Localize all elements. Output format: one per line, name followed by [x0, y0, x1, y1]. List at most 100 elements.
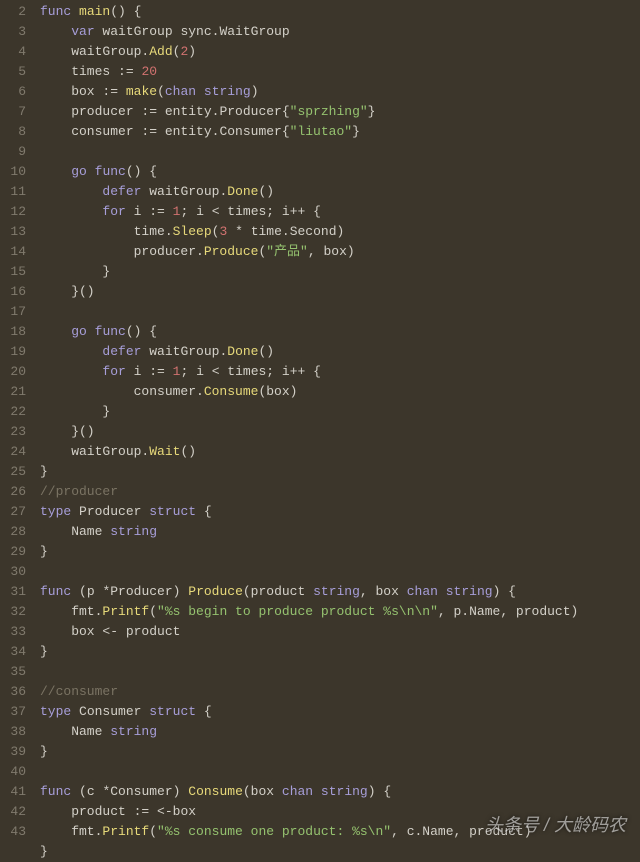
line-number: 43 [6, 822, 26, 842]
line-number: 23 [6, 422, 26, 442]
token-op: := [102, 84, 118, 99]
line-number: 22 [6, 402, 26, 422]
code-line: time.Sleep(3 * time.Second) [40, 222, 640, 242]
line-number: 30 [6, 562, 26, 582]
code-line: } [40, 262, 640, 282]
token-str: "sprzhing" [290, 104, 368, 119]
line-number: 2 [6, 2, 26, 22]
token-kw: go [71, 164, 87, 179]
token-fn: Consume [188, 784, 243, 799]
code-line: }() [40, 422, 640, 442]
token-punc: fmt. [40, 604, 102, 619]
token-punc: box [40, 84, 102, 99]
token-punc: () { [110, 4, 141, 19]
token-punc: { [196, 504, 212, 519]
token-punc [40, 164, 71, 179]
code-line: producer.Produce("产品", box) [40, 242, 640, 262]
line-number: 37 [6, 702, 26, 722]
token-punc: box [40, 624, 102, 639]
code-line: } [40, 462, 640, 482]
token-punc [196, 84, 204, 99]
code-editor: 2345678910111213141516171819202122232425… [0, 0, 640, 849]
line-number: 21 [6, 382, 26, 402]
token-punc: waitGroup. [141, 184, 227, 199]
code-line: //producer [40, 482, 640, 502]
line-number: 10 [6, 162, 26, 182]
line-number: 39 [6, 742, 26, 762]
token-kw: type [40, 504, 71, 519]
token-punc: , p.Name, product) [438, 604, 578, 619]
token-punc: consumer [40, 124, 141, 139]
token-punc: Producer) [110, 584, 188, 599]
token-punc: Producer [71, 504, 149, 519]
token-punc: waitGroup. [141, 344, 227, 359]
code-line: consumer.Consume(box) [40, 382, 640, 402]
code-line [40, 662, 640, 682]
token-punc: { [305, 204, 321, 219]
line-number: 38 [6, 722, 26, 742]
token-fn: Printf [102, 604, 149, 619]
token-punc: ) { [493, 584, 516, 599]
line-number: 17 [6, 302, 26, 322]
token-kw: func [40, 4, 71, 19]
token-punc: (box) [258, 384, 297, 399]
token-punc [165, 364, 173, 379]
token-punc: () { [126, 324, 157, 339]
token-punc: Consumer) [110, 784, 188, 799]
code-line: defer waitGroup.Done() [40, 182, 640, 202]
code-line: } [40, 542, 640, 562]
token-punc [87, 324, 95, 339]
token-kw: string [204, 84, 251, 99]
line-number: 26 [6, 482, 26, 502]
token-fn: main [79, 4, 110, 19]
token-punc: times; i [220, 204, 290, 219]
token-punc: (c [71, 784, 102, 799]
token-kw: var [71, 24, 94, 39]
code-line: type Producer struct { [40, 502, 640, 522]
token-punc: time.Second) [243, 224, 344, 239]
token-fn: Done [227, 184, 258, 199]
token-kw: type [40, 704, 71, 719]
token-punc: times [40, 64, 118, 79]
token-kw: struct [149, 504, 196, 519]
token-punc: ( [157, 84, 165, 99]
token-op: := [118, 64, 134, 79]
token-kw: string [110, 724, 157, 739]
token-punc: Name [40, 724, 110, 739]
token-kw: string [110, 524, 157, 539]
token-punc: } [368, 104, 376, 119]
code-content[interactable]: func main() { var waitGroup sync.WaitGro… [36, 0, 640, 849]
token-str: "产品" [266, 244, 308, 259]
code-line: times := 20 [40, 62, 640, 82]
token-op: <- [157, 804, 173, 819]
token-punc [40, 24, 71, 39]
token-punc: (p [71, 584, 102, 599]
line-number: 20 [6, 362, 26, 382]
line-number: 4 [6, 42, 26, 62]
line-number: 41 [6, 782, 26, 802]
token-punc: Name [40, 524, 110, 539]
token-punc: entity.Producer{ [157, 104, 290, 119]
token-kw: func [95, 164, 126, 179]
token-punc: ) [251, 84, 259, 99]
token-kw: func [40, 584, 71, 599]
token-fn: Sleep [173, 224, 212, 239]
token-kw: defer [102, 344, 141, 359]
token-punc: i [126, 364, 149, 379]
token-kw: func [40, 784, 71, 799]
token-op: * [235, 224, 243, 239]
token-punc: } [40, 464, 48, 479]
token-punc [40, 204, 102, 219]
token-punc: entity.Consumer{ [157, 124, 290, 139]
line-number: 42 [6, 802, 26, 822]
token-punc: waitGroup. [40, 444, 149, 459]
token-punc: } [40, 744, 48, 759]
line-number: 18 [6, 322, 26, 342]
line-number: 7 [6, 102, 26, 122]
token-op: ++ [290, 204, 306, 219]
code-line [40, 302, 640, 322]
code-line: waitGroup.Add(2) [40, 42, 640, 62]
line-number: 33 [6, 622, 26, 642]
line-number: 5 [6, 62, 26, 82]
token-kw: struct [149, 704, 196, 719]
